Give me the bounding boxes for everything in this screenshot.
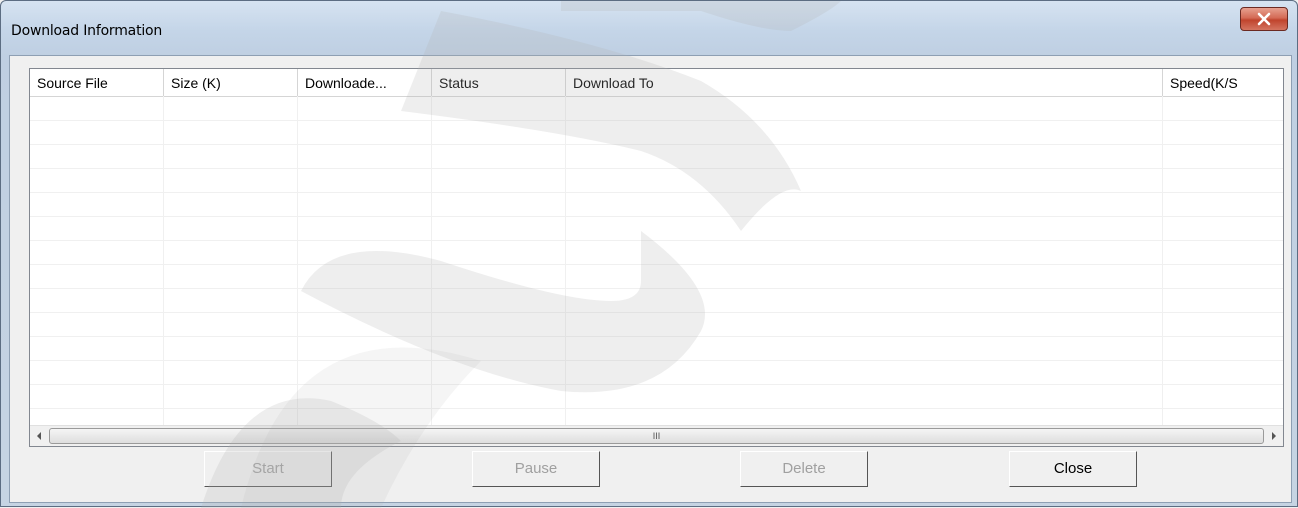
- grid-line: [431, 96, 432, 426]
- grid-line: [30, 264, 1283, 265]
- column-header-status[interactable]: Status: [432, 69, 566, 96]
- dialog-client-area: Source File Size (K) Downloade... Status…: [9, 55, 1292, 503]
- column-header-speed[interactable]: Speed(K/S: [1163, 69, 1283, 96]
- grid-line: [30, 168, 1283, 169]
- scroll-thumb[interactable]: III: [49, 428, 1264, 444]
- column-header-source-file[interactable]: Source File: [30, 69, 164, 96]
- grid-line: [30, 144, 1283, 145]
- close-window-button[interactable]: [1240, 7, 1288, 31]
- column-header-downloaded[interactable]: Downloade...: [298, 69, 432, 96]
- grid-line: [30, 384, 1283, 385]
- close-button[interactable]: Close: [1009, 451, 1137, 487]
- grid-line: [30, 240, 1283, 241]
- grid-line: [30, 120, 1283, 121]
- window-title: Download Information: [11, 23, 163, 39]
- list-header: Source File Size (K) Downloade... Status…: [30, 69, 1283, 97]
- grid-line: [1162, 96, 1163, 426]
- grid-line: [30, 336, 1283, 337]
- column-header-download-to[interactable]: Download To: [566, 69, 1163, 96]
- start-button[interactable]: Start: [204, 451, 332, 487]
- horizontal-scrollbar[interactable]: III: [30, 425, 1283, 446]
- grid-line: [565, 96, 566, 426]
- download-information-window: Download Information Source File Size (K…: [0, 0, 1298, 508]
- close-x-icon: [1257, 12, 1271, 26]
- pause-button[interactable]: Pause: [472, 451, 600, 487]
- column-header-size[interactable]: Size (K): [164, 69, 298, 96]
- scroll-left-button[interactable]: [30, 426, 48, 446]
- grid-line: [163, 96, 164, 426]
- grid-line: [30, 192, 1283, 193]
- download-list[interactable]: Source File Size (K) Downloade... Status…: [29, 68, 1284, 447]
- list-body[interactable]: [30, 96, 1283, 426]
- grid-line: [30, 408, 1283, 409]
- grid-line: [30, 216, 1283, 217]
- arrow-left-icon: [37, 432, 41, 440]
- grid-line: [30, 312, 1283, 313]
- delete-button[interactable]: Delete: [740, 451, 868, 487]
- arrow-right-icon: [1272, 432, 1276, 440]
- scroll-right-button[interactable]: [1265, 426, 1283, 446]
- grid-line: [297, 96, 298, 426]
- title-bar[interactable]: Download Information: [1, 1, 1297, 53]
- grid-line: [30, 360, 1283, 361]
- grid-line: [30, 288, 1283, 289]
